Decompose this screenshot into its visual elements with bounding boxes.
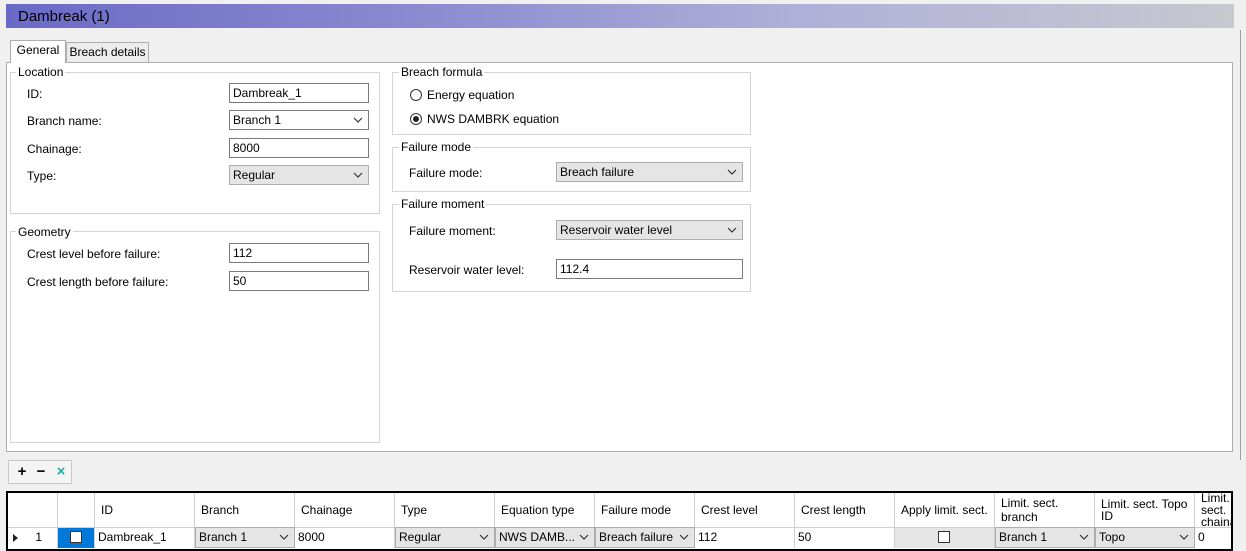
failure-moment-dropdown[interactable]: Reservoir water level — [556, 220, 743, 240]
crest-length-label: Crest length before failure: — [27, 275, 169, 289]
cell-limit-chainage[interactable]: 0 — [1195, 527, 1231, 548]
chevron-down-icon — [479, 534, 489, 540]
crest-level-label: Crest level before failure: — [27, 247, 161, 261]
chevron-down-icon — [1179, 534, 1189, 540]
column-header-failure-mode[interactable]: Failure mode — [595, 493, 695, 527]
column-header-crest-level[interactable]: Crest level — [695, 493, 795, 527]
column-header-chainage[interactable]: Chainage — [295, 493, 395, 527]
dambreak-table: ID Branch Chainage Type Equation type Fa… — [6, 491, 1233, 551]
window-title: Dambreak (1) — [18, 8, 110, 25]
chainage-field[interactable]: 8000 — [229, 138, 369, 158]
chevron-down-icon — [679, 534, 689, 540]
select-column-header[interactable] — [58, 493, 95, 527]
cell-crest-level[interactable]: 112 — [695, 527, 795, 548]
energy-equation-radio[interactable] — [410, 89, 422, 101]
id-field[interactable]: Dambreak_1 — [229, 83, 369, 103]
column-header-id[interactable]: ID — [95, 493, 195, 527]
column-header-topo-id[interactable]: Limit. sect. Topo ID — [1095, 493, 1195, 527]
row-select-checkbox[interactable] — [70, 531, 82, 543]
crest-level-field[interactable]: 112 — [229, 243, 369, 263]
nws-dambrk-radio[interactable] — [410, 113, 422, 125]
chevron-down-icon — [353, 172, 363, 178]
cell-apply-limit[interactable] — [895, 527, 995, 548]
column-header-crest-length[interactable]: Crest length — [795, 493, 895, 527]
cell-crest-length[interactable]: 50 — [795, 527, 895, 548]
cell-id[interactable]: Dambreak_1 — [95, 527, 195, 548]
cell-chainage[interactable]: 8000 — [295, 527, 395, 548]
chevron-down-icon — [579, 534, 589, 540]
failure-moment-legend: Failure moment — [399, 197, 487, 211]
row-header-corner — [8, 493, 58, 527]
cell-equation-dropdown[interactable]: NWS DAMB... — [495, 527, 595, 548]
breach-formula-legend: Breach formula — [399, 65, 485, 79]
close-icon[interactable]: × — [52, 463, 70, 481]
failure-mode-legend: Failure mode — [399, 140, 474, 154]
minus-icon[interactable]: − — [32, 463, 50, 481]
chevron-down-icon — [727, 169, 737, 175]
crest-length-field[interactable]: 50 — [229, 271, 369, 291]
type-label: Type: — [27, 169, 57, 183]
reservoir-water-level-field[interactable]: 112.4 — [556, 259, 743, 279]
tab-general[interactable]: General — [10, 40, 66, 63]
tab-breach-details[interactable]: Breach details — [66, 42, 149, 62]
chevron-down-icon — [1079, 534, 1089, 540]
column-header-limit-chainage[interactable]: Limit. sect. chainage — [1195, 493, 1231, 528]
id-label: ID: — [27, 87, 43, 101]
chevron-down-icon — [727, 227, 737, 233]
cell-type-dropdown[interactable]: Regular — [395, 527, 495, 548]
column-header-type[interactable]: Type — [395, 493, 495, 527]
cell-limit-branch-dropdown[interactable]: Branch 1 — [995, 527, 1095, 548]
cell-failure-mode-dropdown[interactable]: Breach failure — [595, 527, 695, 548]
grid-toolbar: + − × — [8, 460, 72, 484]
reservoir-water-level-label: Reservoir water level: — [409, 263, 525, 277]
nws-dambrk-label[interactable]: NWS DAMBRK equation — [427, 112, 559, 126]
apply-limit-checkbox[interactable] — [938, 531, 950, 543]
column-header-branch[interactable]: Branch — [195, 493, 295, 527]
triangle-right-icon — [13, 533, 18, 542]
geometry-legend: Geometry — [16, 225, 73, 239]
failure-mode-label: Failure mode: — [409, 166, 483, 180]
plus-icon[interactable]: + — [13, 463, 31, 481]
column-header-apply-limit[interactable]: Apply limit. sect. — [895, 493, 995, 527]
column-header-limit-branch[interactable]: Limit. sect. branch — [995, 493, 1095, 527]
chainage-label: Chainage: — [27, 142, 82, 156]
chevron-down-icon — [279, 534, 289, 540]
type-dropdown[interactable]: Regular — [229, 165, 369, 185]
row-header[interactable]: 1 — [8, 527, 58, 548]
column-header-equation-type[interactable]: Equation type — [495, 493, 595, 527]
branch-name-label: Branch name: — [27, 114, 102, 128]
failure-mode-dropdown[interactable]: Breach failure — [556, 162, 743, 182]
cell-topo-id-dropdown[interactable]: Topo — [1095, 527, 1195, 548]
energy-equation-label[interactable]: Energy equation — [427, 88, 514, 102]
branch-name-dropdown[interactable]: Branch 1 — [229, 110, 369, 130]
window-title-bar: Dambreak (1) — [6, 4, 1234, 28]
location-legend: Location — [16, 65, 66, 79]
failure-moment-label: Failure moment: — [409, 224, 496, 238]
window-divider — [1240, 30, 1241, 460]
row-select-cell[interactable] — [58, 527, 95, 548]
chevron-down-icon — [353, 117, 363, 123]
row-number: 1 — [35, 530, 43, 544]
cell-branch-dropdown[interactable]: Branch 1 — [195, 527, 295, 548]
